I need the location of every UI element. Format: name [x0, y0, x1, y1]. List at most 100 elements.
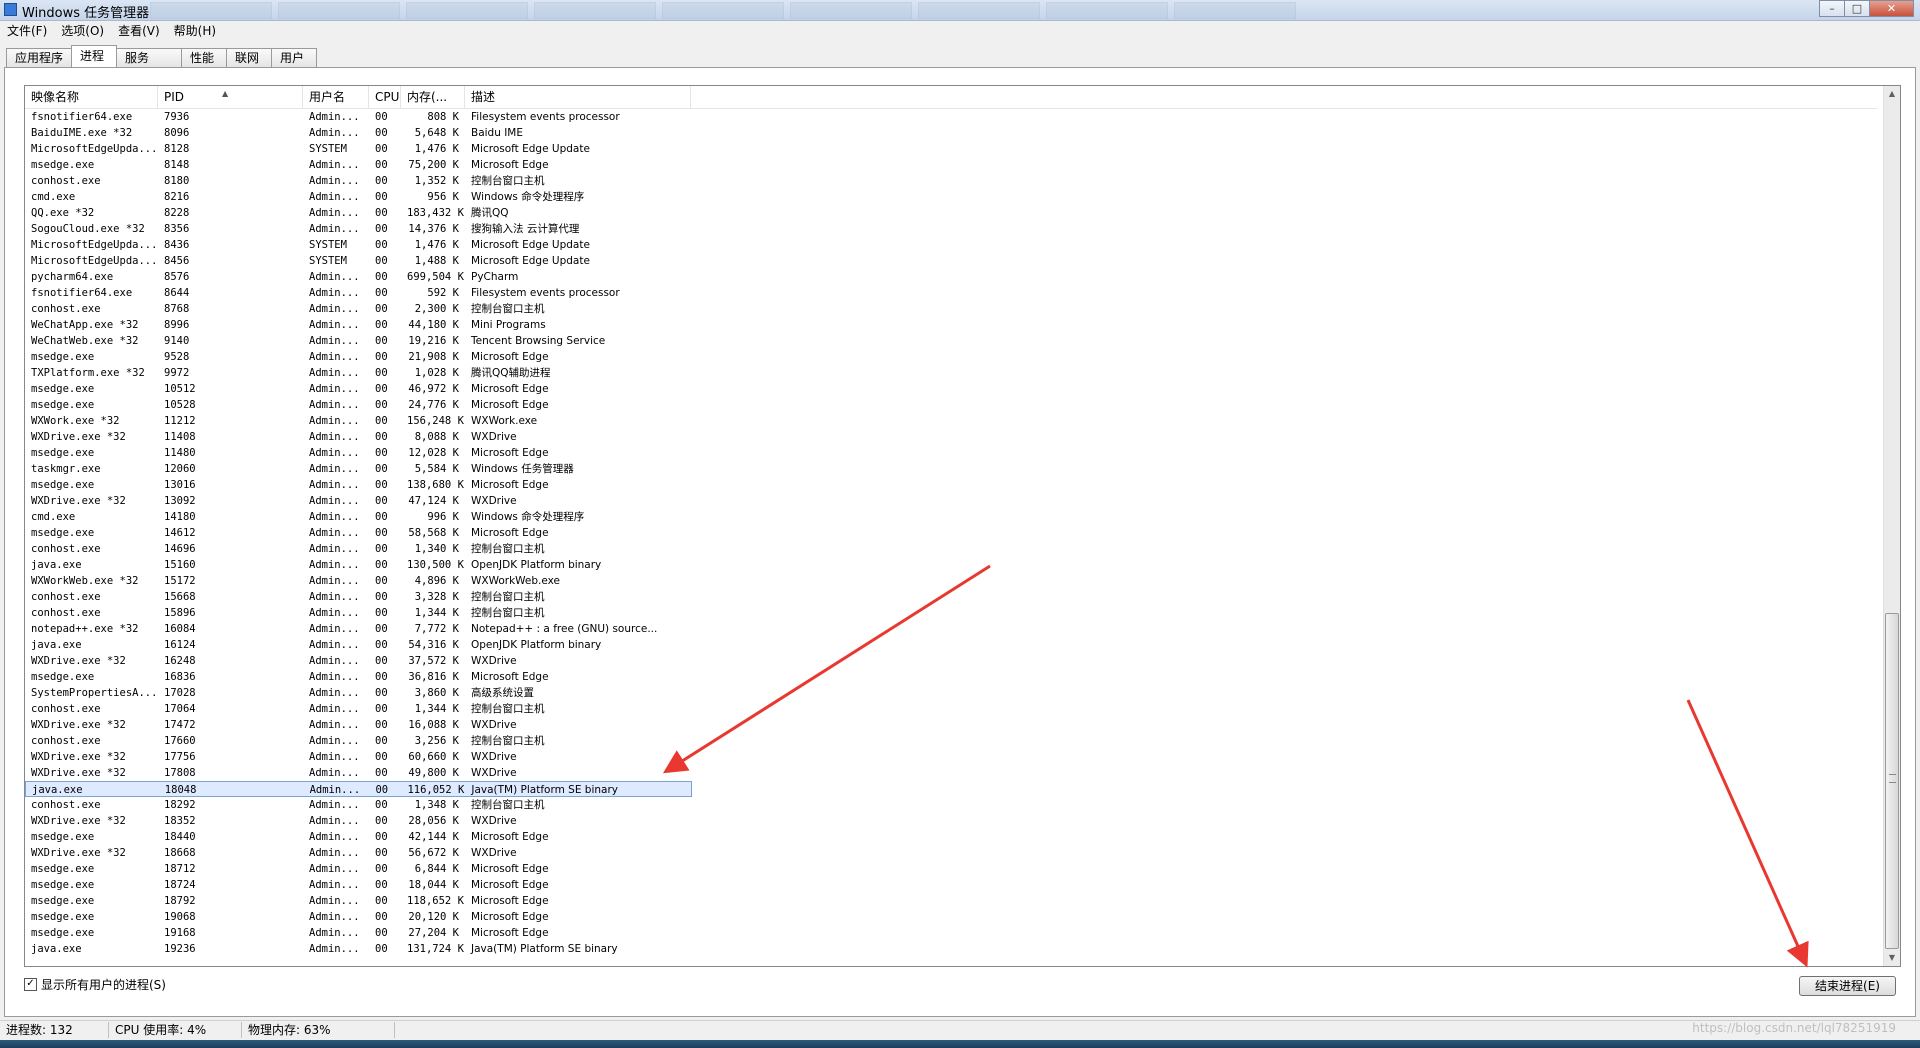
table-row[interactable]: java.exe 15160 Admin... 00 130,500 K OpenJDK …: [25, 557, 1877, 573]
process-user: Admin...: [309, 527, 360, 539]
scroll-down-icon[interactable]: ▼: [1884, 950, 1900, 966]
table-row[interactable]: conhost.exe 15896 Admin... 00 1,344 K 控制台窗口主机: [25, 605, 1877, 621]
table-row[interactable]: conhost.exe 8180 Admin... 00 1,352 K 控制台窗口主机: [25, 173, 1877, 189]
table-row[interactable]: WXDrive.exe *32 17756 Admin... 00 60,660 K WX…: [25, 749, 1877, 765]
vertical-scrollbar[interactable]: ▲ ▼: [1883, 86, 1900, 966]
table-row[interactable]: msedge.exe 16836 Admin... 00 36,816 K Microso…: [25, 669, 1877, 685]
table-row[interactable]: fsnotifier64.exe 7936 Admin... 00 808 K Files…: [25, 109, 1877, 125]
table-row[interactable]: cmd.exe 14180 Admin... 00 996 K Windows 命令处理程…: [25, 509, 1877, 525]
table-row[interactable]: taskmgr.exe 12060 Admin... 00 5,584 K Windows…: [25, 461, 1877, 477]
process-user: Admin...: [309, 575, 360, 587]
table-row[interactable]: msedge.exe 19068 Admin... 00 20,120 K Microso…: [25, 909, 1877, 925]
process-pid: 16248: [164, 655, 196, 667]
close-button[interactable]: ✕: [1869, 0, 1914, 17]
tab-applications[interactable]: 应用程序: [6, 48, 73, 67]
process-cpu: 00: [375, 111, 388, 123]
maximize-button[interactable]: □: [1844, 0, 1870, 17]
menu-help[interactable]: 帮助(H): [167, 22, 223, 39]
process-image-name: msedge.exe: [31, 527, 95, 539]
minimize-button[interactable]: –: [1819, 0, 1845, 17]
table-row[interactable]: conhost.exe 18292 Admin... 00 1,348 K 控制台窗口主机: [25, 797, 1877, 813]
table-row[interactable]: notepad++.exe *32 16084 Admin... 00 7,772 K N…: [25, 621, 1877, 637]
table-row-selected[interactable]: java.exe 18048 Admin... 00 116,052 K Java(TM)…: [25, 781, 692, 797]
column-memory[interactable]: 内存(...: [401, 86, 465, 108]
process-cpu: 00: [375, 911, 388, 923]
table-row[interactable]: conhost.exe 8768 Admin... 00 2,300 K 控制台窗口主机: [25, 301, 1877, 317]
table-row[interactable]: WXDrive.exe *32 18352 Admin... 00 28,056 K WX…: [25, 813, 1877, 829]
table-row[interactable]: pycharm64.exe 8576 Admin... 00 699,504 K PyCh…: [25, 269, 1877, 285]
column-user-name[interactable]: 用户名: [303, 86, 369, 108]
show-all-users-option[interactable]: ✓ 显示所有用户的进程(S): [24, 976, 166, 993]
process-user: SYSTEM: [309, 255, 347, 267]
tab-services[interactable]: 服务: [116, 48, 183, 67]
tab-performance[interactable]: 性能: [181, 48, 228, 67]
table-row[interactable]: WXDrive.exe *32 17472 Admin... 00 16,088 K WX…: [25, 717, 1877, 733]
table-row[interactable]: cmd.exe 8216 Admin... 00 956 K Windows 命令处理程序: [25, 189, 1877, 205]
scroll-up-icon[interactable]: ▲: [1884, 86, 1900, 102]
scrollbar-thumb[interactable]: [1885, 613, 1899, 949]
process-image-name: conhost.exe: [31, 607, 101, 619]
column-image-name[interactable]: 映像名称: [25, 86, 158, 108]
table-row[interactable]: msedge.exe 13016 Admin... 00 138,680 K Micros…: [25, 477, 1877, 493]
table-row[interactable]: conhost.exe 17064 Admin... 00 1,344 K 控制台窗口主机: [25, 701, 1877, 717]
end-process-button[interactable]: 结束进程(E): [1799, 976, 1896, 996]
process-list[interactable]: 映像名称 PID ▲ 用户名 CPU 内存(... 描述 fsnotifier6…: [24, 85, 1901, 967]
table-row[interactable]: WXDrive.exe *32 17808 Admin... 00 49,800 K WX…: [25, 765, 1877, 781]
table-row[interactable]: WXWork.exe *32 11212 Admin... 00 156,248 K WX…: [25, 413, 1877, 429]
table-row[interactable]: msedge.exe 14612 Admin... 00 58,568 K Microso…: [25, 525, 1877, 541]
table-row[interactable]: msedge.exe 19168 Admin... 00 27,204 K Microso…: [25, 925, 1877, 941]
table-row[interactable]: msedge.exe 18712 Admin... 00 6,844 K Microsof…: [25, 861, 1877, 877]
table-row[interactable]: WXWorkWeb.exe *32 15172 Admin... 00 4,896 K W…: [25, 573, 1877, 589]
table-row[interactable]: conhost.exe 17660 Admin... 00 3,256 K 控制台窗口主机: [25, 733, 1877, 749]
column-pid[interactable]: PID ▲: [158, 86, 303, 108]
menu-options[interactable]: 选项(O): [54, 22, 111, 39]
table-row[interactable]: WXDrive.exe *32 18668 Admin... 00 56,672 K WX…: [25, 845, 1877, 861]
table-row[interactable]: msedge.exe 18724 Admin... 00 18,044 K Microso…: [25, 877, 1877, 893]
table-row[interactable]: SogouCloud.exe *32 8356 Admin... 00 14,376 K…: [25, 221, 1877, 237]
tab-users[interactable]: 用户: [271, 48, 318, 67]
table-row[interactable]: msedge.exe 10512 Admin... 00 46,972 K Microso…: [25, 381, 1877, 397]
process-description: PyCharm: [471, 271, 519, 283]
table-row[interactable]: conhost.exe 14696 Admin... 00 1,340 K 控制台窗口主机: [25, 541, 1877, 557]
table-row[interactable]: TXPlatform.exe *32 9972 Admin... 00 1,028 K 腾…: [25, 365, 1877, 381]
table-row[interactable]: msedge.exe 9528 Admin... 00 21,908 K Microsof…: [25, 349, 1877, 365]
process-user: Admin...: [309, 175, 360, 187]
show-all-users-checkbox[interactable]: ✓: [24, 978, 37, 991]
tab-processes[interactable]: 进程: [71, 45, 118, 67]
process-memory: 1,476 K: [414, 239, 459, 251]
table-row[interactable]: java.exe 16124 Admin... 00 54,316 K OpenJDK P…: [25, 637, 1877, 653]
table-row[interactable]: msedge.exe 18792 Admin... 00 118,652 K Micros…: [25, 893, 1877, 909]
column-cpu[interactable]: CPU: [369, 86, 401, 108]
table-row[interactable]: java.exe 19236 Admin... 00 131,724 K Java(TM)…: [25, 941, 1877, 957]
process-memory: 1,344 K: [414, 703, 459, 715]
table-row[interactable]: SystemPropertiesA... 17028 Admin... 00 3,860…: [25, 685, 1877, 701]
table-row[interactable]: msedge.exe 18440 Admin... 00 42,144 K Microso…: [25, 829, 1877, 845]
table-row[interactable]: WXDrive.exe *32 16248 Admin... 00 37,572 K WX…: [25, 653, 1877, 669]
menu-file[interactable]: 文件(F): [0, 22, 54, 39]
menu-view[interactable]: 查看(V): [111, 22, 167, 39]
table-row[interactable]: fsnotifier64.exe 8644 Admin... 00 592 K Files…: [25, 285, 1877, 301]
column-description[interactable]: 描述: [465, 86, 691, 108]
process-memory: 3,860 K: [414, 687, 459, 699]
table-row[interactable]: msedge.exe 11480 Admin... 00 12,028 K Microso…: [25, 445, 1877, 461]
process-cpu: 00: [375, 207, 388, 219]
process-cpu: 00: [375, 575, 388, 587]
table-row[interactable]: WeChatApp.exe *32 8996 Admin... 00 44,180 K M…: [25, 317, 1877, 333]
table-row[interactable]: QQ.exe *32 8228 Admin... 00 183,432 K 腾讯QQ: [25, 205, 1877, 221]
table-row[interactable]: MicrosoftEdgeUpda... 8456 SYSTEM 00 1,488 K M…: [25, 253, 1877, 269]
table-row[interactable]: msedge.exe 10528 Admin... 00 24,776 K Microso…: [25, 397, 1877, 413]
process-description: Microsoft Edge: [471, 351, 549, 363]
table-row[interactable]: msedge.exe 8148 Admin... 00 75,200 K Microsof…: [25, 157, 1877, 173]
table-row[interactable]: WeChatWeb.exe *32 9140 Admin... 00 19,216 K T…: [25, 333, 1877, 349]
table-row[interactable]: MicrosoftEdgeUpda... 8128 SYSTEM 00 1,476 K M…: [25, 141, 1877, 157]
column-pid-label: PID: [164, 90, 185, 104]
tab-networking[interactable]: 联网: [226, 48, 273, 67]
process-memory: 12,028 K: [408, 447, 459, 459]
table-row[interactable]: WXDrive.exe *32 11408 Admin... 00 8,088 K WXD…: [25, 429, 1877, 445]
process-cpu: 00: [375, 543, 388, 555]
table-row[interactable]: MicrosoftEdgeUpda... 8436 SYSTEM 00 1,476 K M…: [25, 237, 1877, 253]
table-row[interactable]: conhost.exe 15668 Admin... 00 3,328 K 控制台窗口主机: [25, 589, 1877, 605]
process-cpu: 00: [375, 319, 388, 331]
table-row[interactable]: WXDrive.exe *32 13092 Admin... 00 47,124 K WX…: [25, 493, 1877, 509]
table-row[interactable]: BaiduIME.exe *32 8096 Admin... 00 5,648 K Bai…: [25, 125, 1877, 141]
